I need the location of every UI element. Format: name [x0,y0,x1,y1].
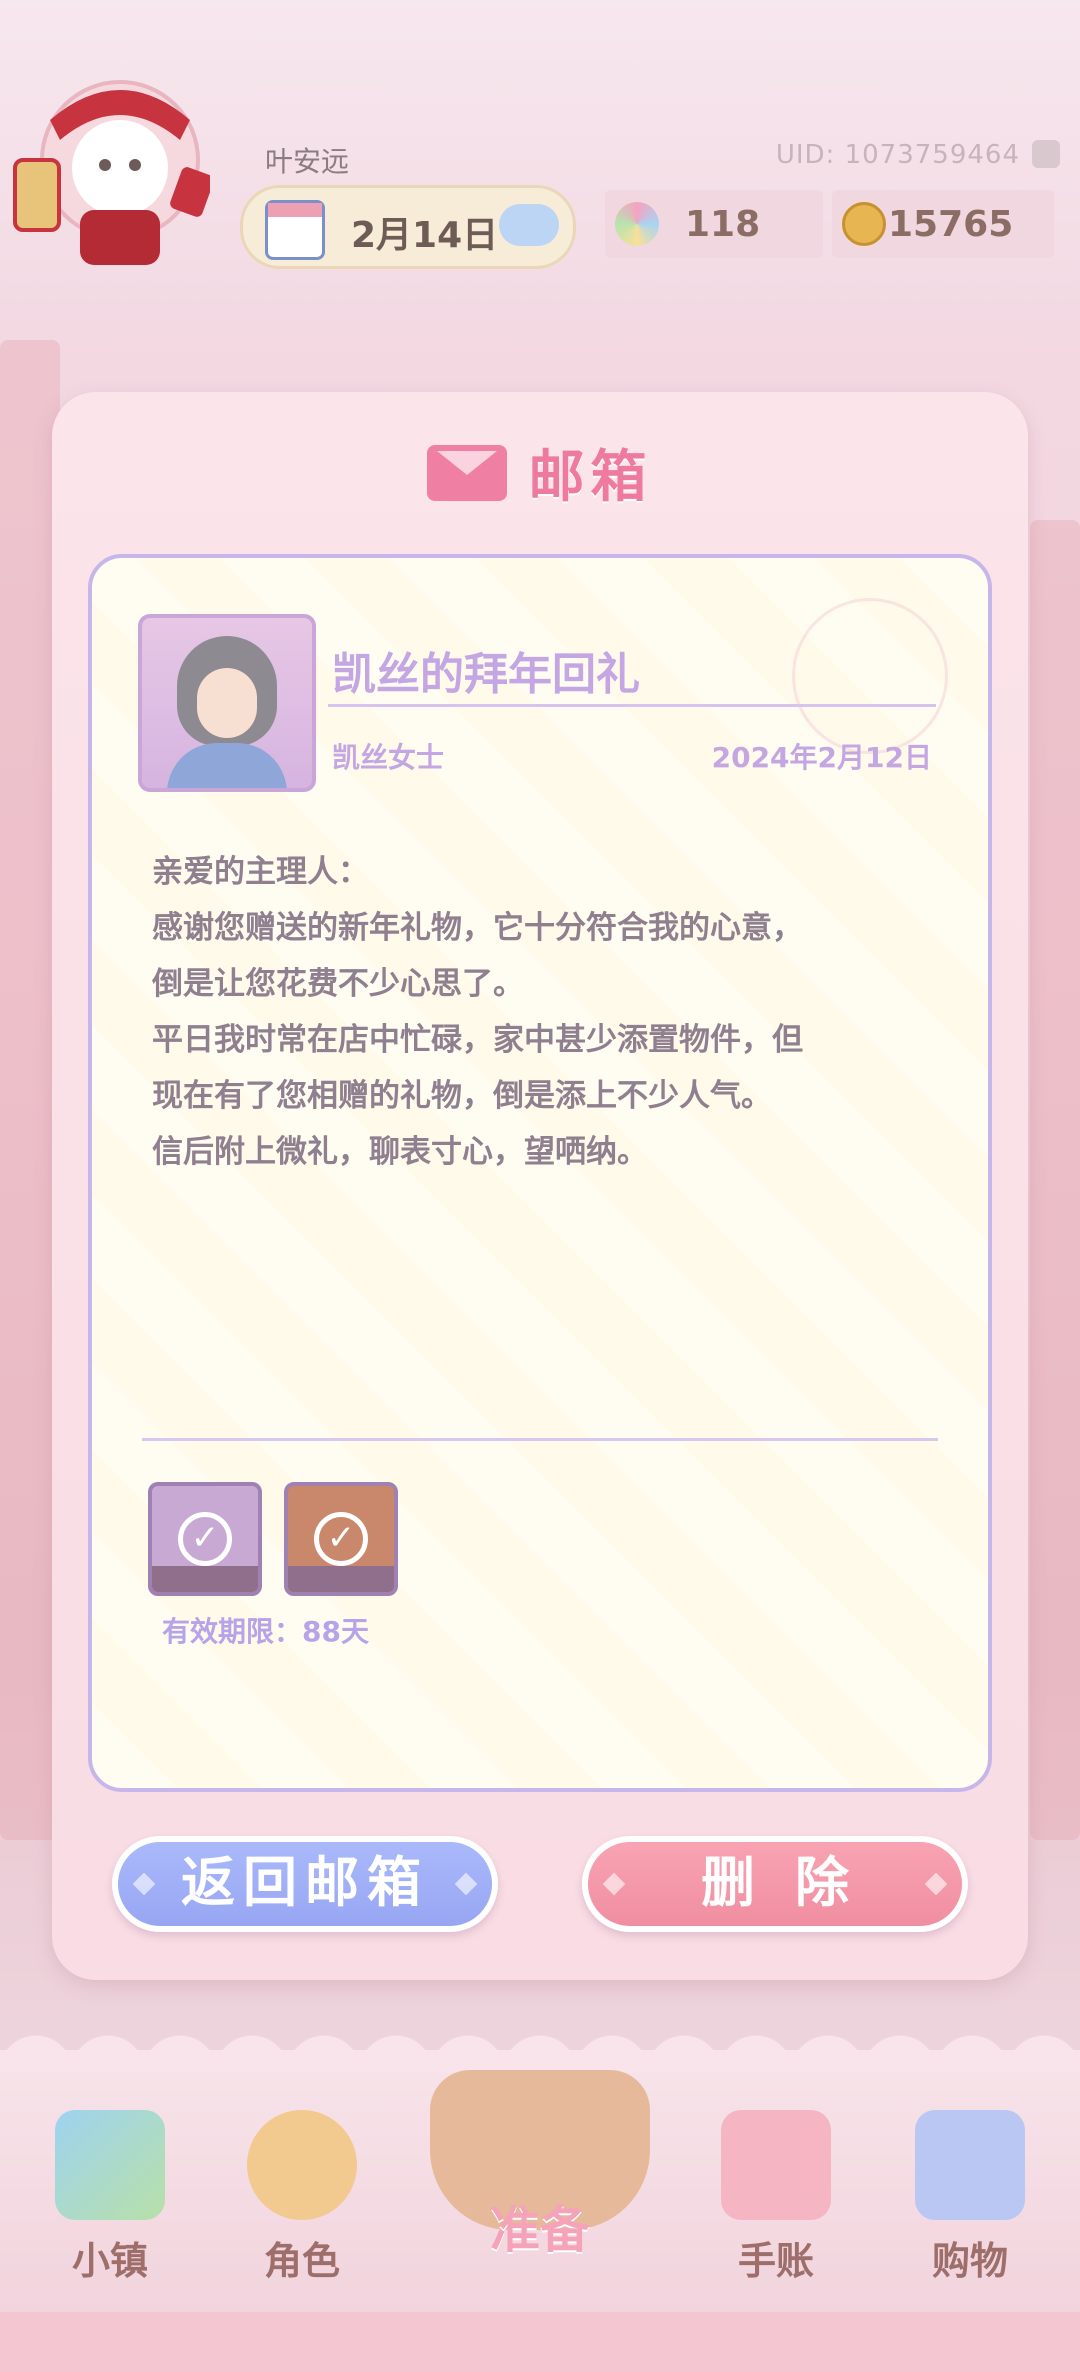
back-to-mailbox-button[interactable]: 返回邮箱 [112,1836,498,1932]
claimed-check-icon: ✓ [178,1512,232,1566]
nav-prepare[interactable]: 准备 [390,2040,690,2300]
reward-item[interactable]: ✓ [148,1482,262,1596]
mail-body: 亲爱的主理人： 感谢您赠送的新年礼物，它十分符合我的心意， 倒是让您花费不少心思… [152,844,932,1180]
attachment-divider [142,1438,938,1441]
top-status-bar: 叶安远 UID: 1073759464 2月14日 118 15765 [0,0,1080,318]
mail-body-line: 平日我时常在店中忙碌，家中甚少添置物件，但 [152,1022,803,1058]
mail-sender: 凯丝女士 [332,741,445,774]
nav-shop[interactable]: 购物 [900,2110,1040,2285]
uid-text: UID: 1073759464 [775,140,1020,170]
sender-avatar [138,614,316,792]
envelope-icon [427,444,508,501]
flower-count: 118 [685,204,761,245]
shopping-bag-icon [915,2110,1025,2220]
back-to-mailbox-label: 返回邮箱 [181,1851,429,1914]
nav-journal[interactable]: 手账 [706,2110,846,2285]
calendar-icon [265,200,325,260]
nav-footer-strip [0,2312,1080,2372]
nav-character-label: 角色 [263,2239,340,2283]
background-scenery-right [1030,520,1080,1840]
cloud-weather-icon [499,204,559,246]
nav-town-label: 小镇 [71,2239,148,2283]
current-date: 2月14日 [351,215,499,256]
nav-prepare-label: 准备 [490,2201,590,2259]
character-icon [247,2110,357,2220]
nav-town[interactable]: 小镇 [40,2110,180,2285]
nav-character[interactable]: 角色 [232,2110,372,2285]
coin-currency[interactable]: 15765 [832,190,1054,258]
modal-title: 邮箱 [52,432,1028,513]
map-icon [55,2110,165,2220]
mail-body-line: 感谢您赠送的新年礼物，它十分符合我的心意， [152,910,803,946]
delete-label: 删除 [701,1851,889,1914]
attachment-expiry: 有效期限：88天 [162,1615,369,1648]
date-weather-pill[interactable]: 2月14日 [240,185,576,269]
claimed-check-icon: ✓ [314,1512,368,1566]
mail-subject: 凯丝的拜年回礼 [332,649,640,700]
username: 叶安远 [265,145,350,178]
modal-title-text: 邮箱 [528,445,653,510]
nav-journal-label: 手账 [737,2239,814,2283]
flower-currency[interactable]: 118 [605,190,823,258]
mail-body-line: 现在有了您相赠的礼物，倒是添上不少人气。 [152,1078,772,1114]
flower-icon [615,202,659,246]
mail-body-line: 倒是让您花费不少心思了。 [152,966,524,1002]
coin-count: 15765 [888,204,1014,245]
delete-button[interactable]: 删除 [582,1836,968,1932]
nav-shop-label: 购物 [931,2239,1008,2283]
mail-date: 2024年2月12日 [711,741,932,774]
background-scenery-left [0,340,60,1840]
reward-item[interactable]: ✓ [284,1482,398,1596]
mail-body-line: 亲爱的主理人： [152,854,369,890]
journal-icon [721,2110,831,2220]
postmark-stamp [792,598,948,754]
bottom-navigation: 小镇 角色 准备 手账 购物 [0,2028,1080,2372]
mail-letter: 凯丝的拜年回礼 凯丝女士 2024年2月12日 亲爱的主理人： 感谢您赠送的新年… [88,554,992,1792]
subject-divider [328,704,936,707]
coin-icon [842,202,886,246]
player-avatar[interactable] [10,50,214,280]
mail-body-line: 信后附上微礼，聊表寸心，望哂纳。 [152,1134,648,1170]
copy-icon[interactable] [1032,140,1060,168]
